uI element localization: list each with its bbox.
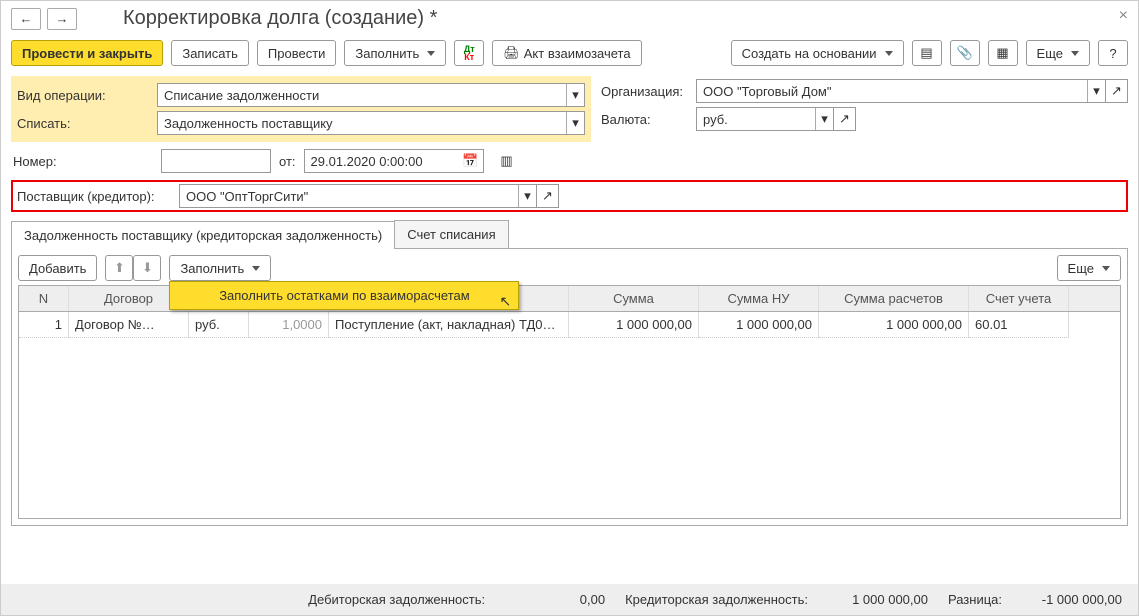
diff-label: Разница:	[948, 592, 1002, 607]
create-based-label: Создать на основании	[742, 46, 877, 61]
chevron-down-icon[interactable]: ▾	[566, 112, 584, 134]
cursor-icon: ↖	[499, 293, 511, 310]
creditor-label: Кредиторская задолженность:	[625, 592, 808, 607]
tab-debt[interactable]: Задолженность поставщику (кредиторская з…	[11, 221, 395, 249]
toolbar-more-label: Еще	[1037, 46, 1063, 61]
offset-act-button[interactable]: 🖨 Акт взаимозачета	[492, 40, 641, 66]
fill-dropdown-menu: Заполнить остатками по взаиморасчетам	[169, 281, 519, 310]
currency-open-button[interactable]: ↗	[834, 107, 856, 131]
fill-by-balance-item[interactable]: Заполнить остатками по взаиморасчетам	[170, 282, 518, 309]
tab-writeoff-account[interactable]: Счет списания	[394, 220, 508, 248]
creditor-value: 1 000 000,00	[828, 592, 928, 607]
org-select[interactable]: ООО "Торговый Дом" ▾	[696, 79, 1106, 103]
table-row[interactable]: 1 Договор №… руб. 1,0000 Поступление (ак…	[19, 312, 1120, 338]
nav-forward-button[interactable]: →	[47, 8, 77, 30]
supplier-label: Поставщик (кредитор):	[17, 189, 179, 204]
page-title: Корректировка долга (создание) *	[123, 7, 437, 30]
close-icon[interactable]: ×	[1119, 7, 1128, 25]
create-based-button[interactable]: Создать на основании	[731, 40, 904, 66]
org-value: ООО "Торговый Дом"	[703, 84, 832, 99]
col-n[interactable]: N	[19, 286, 69, 311]
cell-sum-nu: 1 000 000,00	[699, 312, 819, 338]
writeoff-value: Задолженность поставщику	[164, 116, 333, 131]
table-more-label: Еще	[1068, 261, 1094, 276]
number-label: Номер:	[13, 154, 153, 169]
write-button[interactable]: Записать	[171, 40, 249, 66]
cell-sum: 1 000 000,00	[569, 312, 699, 338]
cell-n: 1	[19, 312, 69, 338]
chevron-down-icon[interactable]: ▾	[1087, 80, 1105, 102]
debtor-label: Дебиторская задолженность:	[308, 592, 485, 607]
offset-act-label: Акт взаимозачета	[524, 46, 631, 61]
print-icon: 🖨	[503, 45, 520, 61]
table-fill-button[interactable]: Заполнить	[169, 255, 271, 281]
col-sum-settle[interactable]: Сумма расчетов	[819, 286, 969, 311]
toolbar-more-button[interactable]: Еще	[1026, 40, 1090, 66]
col-sum[interactable]: Сумма	[569, 286, 699, 311]
fill-button[interactable]: Заполнить	[344, 40, 446, 66]
writeoff-label: Списать:	[17, 116, 157, 131]
col-account[interactable]: Счет учета	[969, 286, 1069, 311]
org-open-button[interactable]: ↗	[1106, 79, 1128, 103]
writeoff-select[interactable]: Задолженность поставщику ▾	[157, 111, 585, 135]
op-type-select[interactable]: Списание задолженности ▾	[157, 83, 585, 107]
date-label: от:	[279, 154, 296, 169]
report-button[interactable]: ▦	[988, 40, 1018, 66]
post-and-close-button[interactable]: Провести и закрыть	[11, 40, 163, 66]
fill-button-label: Заполнить	[355, 46, 419, 61]
cell-document: Поступление (акт, накладная) ТД00…	[329, 312, 569, 338]
clip-icon: 📎	[956, 45, 972, 61]
date-value: 29.01.2020 0:00:00	[311, 154, 423, 169]
supplier-select[interactable]: ООО "ОптТоргСити" ▾	[179, 184, 537, 208]
currency-select[interactable]: руб. ▾	[696, 107, 834, 131]
dtkt-icon: ДтКт	[464, 45, 475, 61]
table-fill-label: Заполнить	[180, 261, 244, 276]
cell-sum-settle: 1 000 000,00	[819, 312, 969, 338]
post-button[interactable]: Провести	[257, 40, 337, 66]
add-row-button[interactable]: Добавить	[18, 255, 97, 281]
diff-value: -1 000 000,00	[1022, 592, 1122, 607]
org-label: Организация:	[601, 84, 696, 99]
dtkt-button[interactable]: ДтКт	[454, 40, 484, 66]
number-input[interactable]	[161, 149, 271, 173]
op-type-label: Вид операции:	[17, 88, 157, 103]
col-sum-nu[interactable]: Сумма НУ	[699, 286, 819, 311]
cell-contract: Договор №…	[69, 312, 189, 338]
move-up-button[interactable]: ⬆	[105, 255, 133, 281]
help-button[interactable]: ?	[1098, 40, 1128, 66]
calendar-icon[interactable]: 📅	[461, 153, 481, 169]
table-more-button[interactable]: Еще	[1057, 255, 1121, 281]
structure-button[interactable]: ▤	[912, 40, 942, 66]
currency-value: руб.	[703, 112, 728, 127]
chevron-down-icon[interactable]: ▾	[518, 185, 536, 207]
chevron-down-icon[interactable]: ▾	[566, 84, 584, 106]
cell-currency: руб.	[189, 312, 249, 338]
chevron-down-icon[interactable]: ▾	[815, 108, 833, 130]
cell-account: 60.01	[969, 312, 1069, 338]
date-input[interactable]: 29.01.2020 0:00:00 📅	[304, 149, 484, 173]
currency-label: Валюта:	[601, 112, 696, 127]
date-extra-button[interactable]: ▥	[492, 148, 522, 174]
attachments-button[interactable]: 📎	[950, 40, 980, 66]
supplier-open-button[interactable]: ↗	[537, 184, 559, 208]
cell-rate: 1,0000	[249, 312, 329, 338]
debtor-value: 0,00	[505, 592, 605, 607]
op-type-value: Списание задолженности	[164, 88, 319, 103]
supplier-value: ООО "ОптТоргСити"	[186, 189, 308, 204]
nav-back-button[interactable]: ←	[11, 8, 41, 30]
move-down-button[interactable]: ⬇	[133, 255, 161, 281]
